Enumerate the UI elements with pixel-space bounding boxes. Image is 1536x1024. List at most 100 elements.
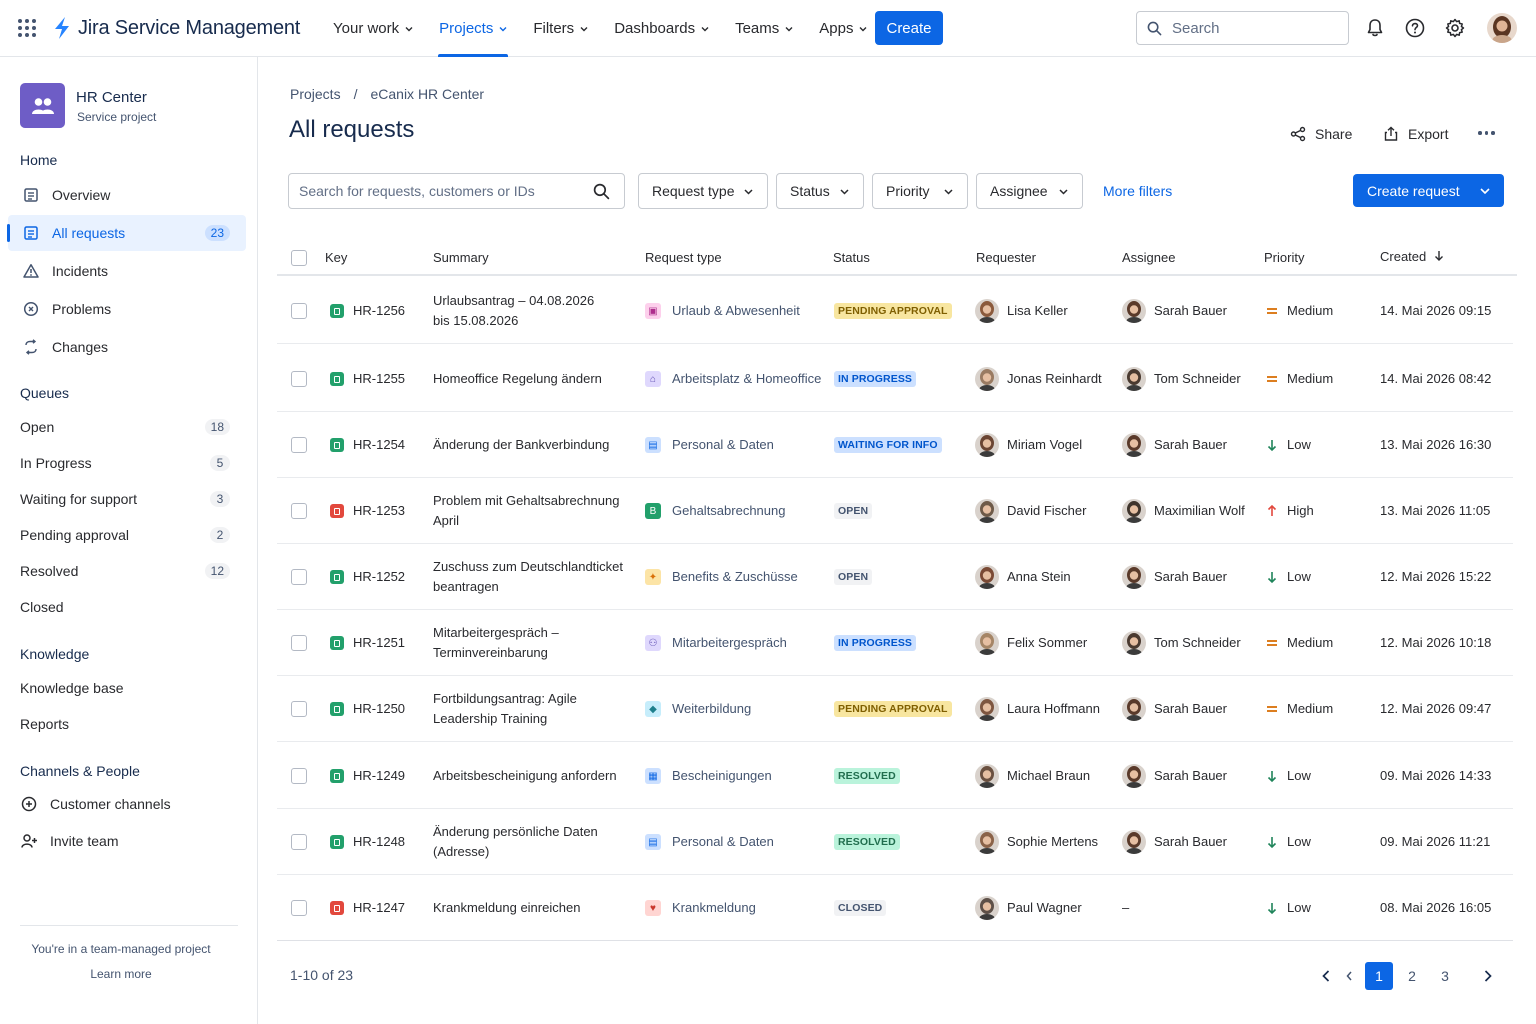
summary-link[interactable]: Homeoffice Regelung ändern bbox=[433, 369, 633, 389]
status-lozenge[interactable]: RESOLVED bbox=[834, 834, 900, 850]
learn-more-link[interactable]: Learn more bbox=[0, 967, 242, 981]
filter-request-type[interactable]: Request type bbox=[638, 173, 768, 209]
table-row[interactable]: HR-1247 Krankmeldung einreichen ♥ Krankmeld… bbox=[277, 874, 1513, 941]
user-avatar[interactable] bbox=[1487, 13, 1517, 43]
column-assignee[interactable]: Assignee bbox=[1122, 250, 1175, 265]
summary-link[interactable]: Mitarbeitergespräch – Terminvereinbarung bbox=[433, 623, 633, 663]
queue-closed[interactable]: Closed bbox=[8, 592, 246, 622]
status-lozenge[interactable]: WAITING FOR INFO bbox=[834, 437, 942, 453]
table-row[interactable]: HR-1253 Problem mit Gehaltsabrechnung Apri… bbox=[277, 477, 1513, 544]
summary-link[interactable]: Arbeitsbescheinigung anfordern bbox=[433, 766, 633, 786]
share-button[interactable]: Share bbox=[1290, 124, 1352, 144]
issue-key-link[interactable]: HR-1247 bbox=[353, 898, 405, 918]
assignee-name[interactable]: Sarah Bauer bbox=[1154, 301, 1227, 321]
breadcrumb-project[interactable]: eCanix HR Center bbox=[370, 86, 484, 102]
project-avatar[interactable] bbox=[20, 83, 65, 128]
summary-link[interactable]: Fortbildungsantrag: Agile Leadership Trai… bbox=[433, 689, 633, 729]
product-logo[interactable]: Jira Service Management bbox=[52, 16, 300, 40]
sidebar-item-customer-channels[interactable]: Customer channels bbox=[8, 786, 246, 822]
sidebar-item-reports[interactable]: Reports bbox=[8, 709, 246, 739]
summary-link[interactable]: Krankmeldung einreichen bbox=[433, 898, 633, 918]
summary-link[interactable]: Zuschuss zum Deutschlandticket beantragen bbox=[433, 557, 633, 597]
issue-key-link[interactable]: HR-1251 bbox=[353, 633, 405, 653]
issue-key-link[interactable]: HR-1250 bbox=[353, 699, 405, 719]
global-search-input[interactable]: Search bbox=[1136, 11, 1349, 45]
sidebar-item-all-requests[interactable]: All requests 23 bbox=[7, 215, 246, 251]
export-button[interactable]: Export bbox=[1383, 124, 1448, 144]
queue-in-progress[interactable]: In Progress 5 bbox=[8, 448, 246, 478]
assignee-name[interactable]: Tom Schneider bbox=[1154, 633, 1241, 653]
next-page-button[interactable] bbox=[1474, 962, 1502, 990]
create-request-dropdown[interactable] bbox=[1466, 174, 1504, 207]
summary-link[interactable]: Problem mit Gehaltsabrechnung April bbox=[433, 491, 633, 531]
assignee-name[interactable]: Sarah Bauer bbox=[1154, 567, 1227, 587]
queue-open[interactable]: Open 18 bbox=[8, 412, 246, 442]
nav-apps[interactable]: Apps bbox=[806, 0, 880, 57]
table-row[interactable]: HR-1249 Arbeitsbescheinigung anfordern ▦ Be… bbox=[277, 742, 1513, 809]
select-all-checkbox[interactable] bbox=[291, 250, 307, 266]
row-checkbox[interactable] bbox=[291, 569, 307, 585]
assignee-name[interactable]: Sarah Bauer bbox=[1154, 832, 1227, 852]
table-row[interactable]: HR-1250 Fortbildungsantrag: Agile Leadersh… bbox=[277, 675, 1513, 742]
sidebar-item-knowledge-base[interactable]: Knowledge base bbox=[8, 673, 246, 703]
table-row[interactable]: HR-1248 Änderung persönliche Daten (Adress… bbox=[277, 808, 1513, 875]
issue-key-link[interactable]: HR-1254 bbox=[353, 435, 405, 455]
issue-key-link[interactable]: HR-1253 bbox=[353, 501, 405, 521]
summary-link[interactable]: Änderung der Bankverbindung bbox=[433, 435, 633, 455]
assignee-name[interactable]: – bbox=[1122, 898, 1129, 918]
request-search-input[interactable]: Search for requests, customers or IDs bbox=[288, 173, 625, 209]
sidebar-item-incidents[interactable]: Incidents bbox=[8, 253, 246, 289]
status-lozenge[interactable]: OPEN bbox=[834, 503, 873, 519]
sidebar-item-problems[interactable]: Problems bbox=[8, 291, 246, 327]
row-checkbox[interactable] bbox=[291, 635, 307, 651]
settings-gear-icon[interactable] bbox=[1444, 17, 1466, 39]
column-requester[interactable]: Requester bbox=[976, 250, 1036, 265]
column-status[interactable]: Status bbox=[833, 250, 870, 265]
status-lozenge[interactable]: PENDING APPROVAL bbox=[834, 303, 952, 319]
row-checkbox[interactable] bbox=[291, 768, 307, 784]
assignee-name[interactable]: Tom Schneider bbox=[1154, 369, 1241, 389]
summary-link[interactable]: Änderung persönliche Daten (Adresse) bbox=[433, 822, 633, 862]
nav-teams[interactable]: Teams bbox=[722, 0, 806, 57]
issue-key-link[interactable]: HR-1248 bbox=[353, 832, 405, 852]
previous-page-button[interactable] bbox=[1335, 962, 1363, 990]
page-2-button[interactable]: 2 bbox=[1398, 962, 1426, 990]
page-3-button[interactable]: 3 bbox=[1431, 962, 1459, 990]
issue-key-link[interactable]: HR-1256 bbox=[353, 301, 405, 321]
row-checkbox[interactable] bbox=[291, 900, 307, 916]
table-row[interactable]: HR-1255 Homeoffice Regelung ändern ⌂ Arbeit… bbox=[277, 345, 1513, 412]
column-request-type[interactable]: Request type bbox=[645, 250, 722, 265]
sidebar-item-changes[interactable]: Changes bbox=[8, 329, 246, 365]
nav-projects[interactable]: Projects bbox=[426, 0, 520, 57]
table-row[interactable]: HR-1256 Urlaubsantrag – 04.08.2026 bis 15.… bbox=[277, 277, 1513, 344]
nav-filters[interactable]: Filters bbox=[520, 0, 601, 57]
row-checkbox[interactable] bbox=[291, 834, 307, 850]
status-lozenge[interactable]: OPEN bbox=[834, 569, 873, 585]
filter-assignee[interactable]: Assignee bbox=[976, 173, 1083, 209]
table-row[interactable]: HR-1252 Zuschuss zum Deutschlandticket bea… bbox=[277, 543, 1513, 610]
table-row[interactable]: HR-1254 Änderung der Bankverbindung ▤ Perso… bbox=[277, 411, 1513, 478]
queue-resolved[interactable]: Resolved 12 bbox=[8, 556, 246, 586]
row-checkbox[interactable] bbox=[291, 437, 307, 453]
app-switcher-icon[interactable] bbox=[18, 19, 36, 37]
sidebar-item-overview[interactable]: Overview bbox=[8, 177, 246, 213]
issue-key-link[interactable]: HR-1255 bbox=[353, 369, 405, 389]
filter-status[interactable]: Status bbox=[776, 173, 864, 209]
row-checkbox[interactable] bbox=[291, 701, 307, 717]
help-icon[interactable] bbox=[1404, 17, 1426, 39]
nav-your-work[interactable]: Your work bbox=[320, 0, 426, 57]
column-created[interactable]: Created bbox=[1380, 249, 1444, 264]
page-1-button[interactable]: 1 bbox=[1365, 962, 1393, 990]
issue-key-link[interactable]: HR-1249 bbox=[353, 766, 405, 786]
notifications-icon[interactable] bbox=[1364, 17, 1386, 39]
assignee-name[interactable]: Sarah Bauer bbox=[1154, 435, 1227, 455]
more-actions-icon[interactable] bbox=[1478, 131, 1498, 135]
row-checkbox[interactable] bbox=[291, 371, 307, 387]
status-lozenge[interactable]: PENDING APPROVAL bbox=[834, 701, 952, 717]
table-row[interactable]: HR-1251 Mitarbeitergespräch – Terminverein… bbox=[277, 609, 1513, 676]
breadcrumb-projects[interactable]: Projects bbox=[290, 86, 341, 102]
queue-waiting-for-support[interactable]: Waiting for support 3 bbox=[8, 484, 246, 514]
row-checkbox[interactable] bbox=[291, 303, 307, 319]
sidebar-item-invite-team[interactable]: Invite team bbox=[8, 823, 246, 859]
queue-pending-approval[interactable]: Pending approval 2 bbox=[8, 520, 246, 550]
